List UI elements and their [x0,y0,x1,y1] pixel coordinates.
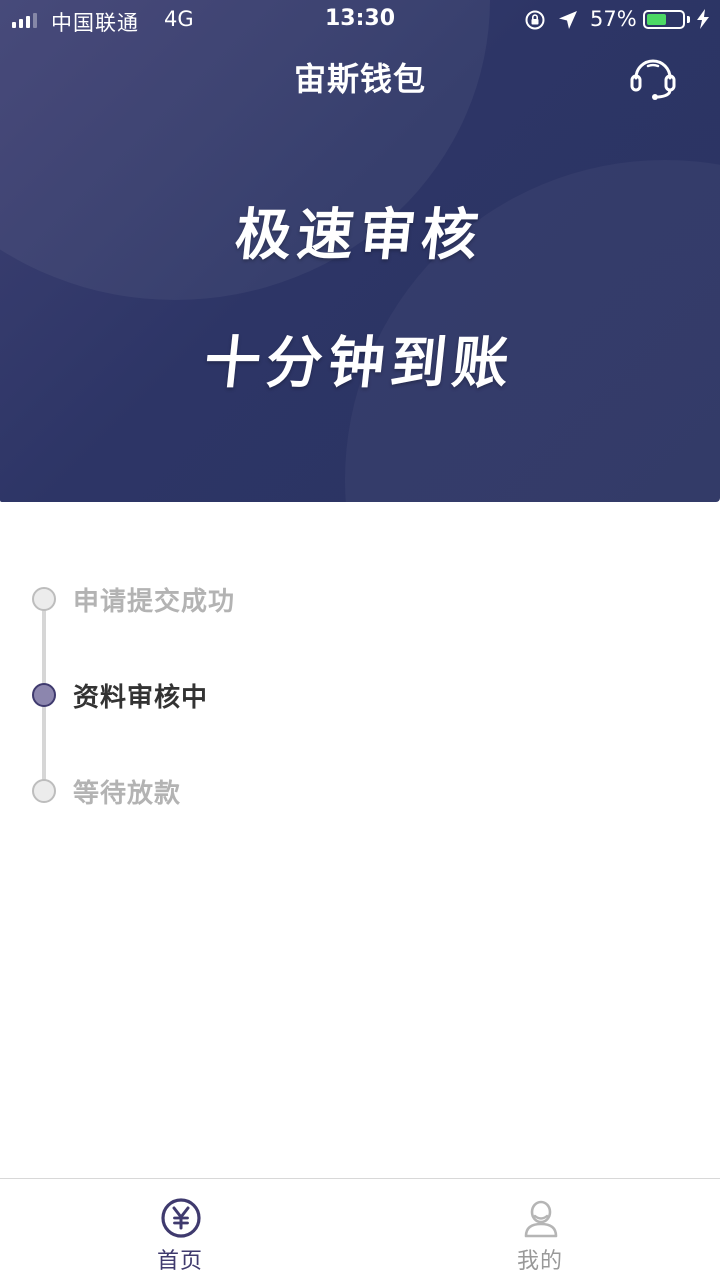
step-label: 申请提交成功 [73,586,236,617]
hero-banner: 中国联通 4G 13:30 57% 宙斯钱包 极速审核 十分钟到账 [0,0,720,502]
orientation-lock-icon [525,10,545,30]
battery-percent: 57% [590,7,637,31]
bottom-tab-bar: 首页 我的 [0,1178,720,1280]
user-icon [524,1200,558,1238]
timeline-step-reviewing: 资料审核中 [32,682,208,713]
step-dot-active [32,683,56,707]
yuan-icon [161,1198,201,1238]
battery-level-fill [647,14,667,25]
tab-mine-label: 我的 [516,1249,563,1274]
tab-mine[interactable]: 我的 [360,1179,720,1280]
tab-home-label: 首页 [156,1249,203,1274]
headset-icon [630,59,676,100]
battery-icon [643,10,685,29]
charging-bolt-icon [697,9,709,29]
step-label: 资料审核中 [73,682,209,713]
location-arrow-icon [559,11,577,29]
app-screen: 中国联通 4G 13:30 57% 宙斯钱包 极速审核 十分钟到账 申请提交成功… [0,0,720,1280]
tab-home[interactable]: 首页 [0,1179,360,1280]
status-bar: 中国联通 4G 13:30 57% [0,0,720,40]
customer-service-button[interactable] [626,52,680,104]
step-dot [32,587,56,611]
step-label: 等待放款 [73,778,182,809]
timeline-step-submitted: 申请提交成功 [32,586,235,617]
slogan-fast-review: 极速审核 [232,203,487,268]
step-dot [32,779,56,803]
page-title: 宙斯钱包 [293,60,426,98]
timeline-step-awaiting-payout: 等待放款 [32,778,181,809]
application-progress-timeline: 申请提交成功 资料审核中 等待放款 [0,502,720,1178]
slogan-ten-minute-payout: 十分钟到账 [201,331,518,396]
